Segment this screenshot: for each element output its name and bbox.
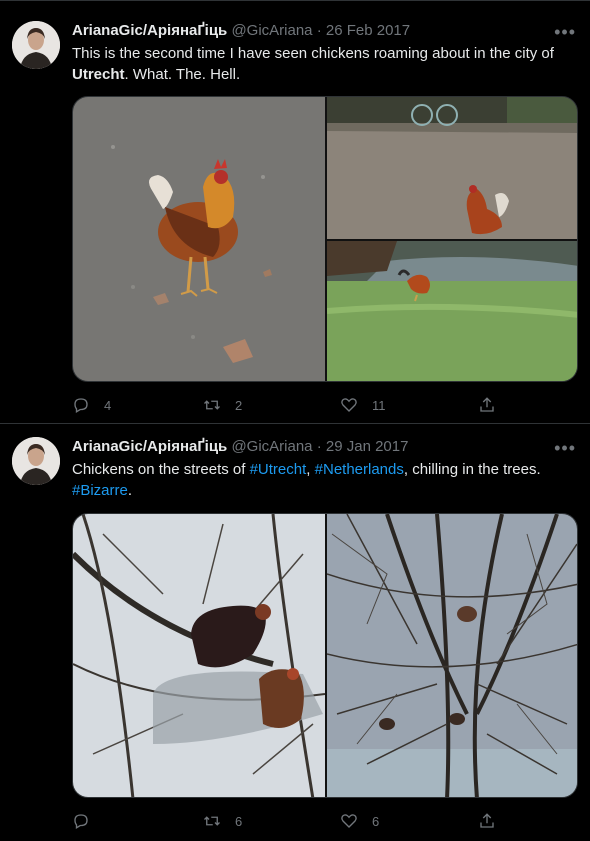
author-handle[interactable]: @GicAriana [231, 22, 312, 39]
more-icon[interactable]: ••• [554, 23, 576, 41]
tweet[interactable]: ArianaGic/АріянаҐіць @GicAriana · 26 Feb… [0, 0, 590, 424]
retweet-button[interactable]: 2 [203, 395, 242, 415]
like-button[interactable]: 11 [340, 395, 386, 415]
author-name[interactable]: ArianaGic/АріянаҐіць [72, 438, 227, 455]
hashtag-link[interactable]: #Bizarre [72, 482, 128, 499]
media-grid [72, 96, 578, 382]
like-button[interactable]: 6 [340, 811, 379, 831]
more-icon[interactable]: ••• [554, 439, 576, 457]
like-icon [341, 398, 357, 412]
avatar[interactable] [12, 437, 60, 485]
tweet-text-bold: Utrecht [72, 66, 125, 83]
author-name[interactable]: ArianaGic/АріянаҐіць [72, 22, 227, 39]
tweet-text: Chickens on the streets of #Utrecht, #Ne… [72, 459, 578, 501]
retweet-button[interactable]: 6 [203, 811, 242, 831]
tweet-header: ArianaGic/АріянаҐіць @GicAriana · 29 Jan… [72, 437, 578, 457]
rooster-by-pond-photo[interactable] [327, 241, 577, 381]
like-count: 11 [372, 397, 386, 413]
separator-dot: · [316, 438, 322, 455]
chickens-in-tree-photo[interactable] [73, 514, 325, 797]
tweet-text-part: . [127, 482, 133, 499]
rooster-in-park-photo[interactable] [327, 97, 577, 239]
tweet-text-part: This is the second time I have seen chic… [72, 45, 554, 62]
author-handle[interactable]: @GicAriana [231, 438, 312, 455]
hashtag-link[interactable]: #Utrecht [250, 461, 307, 478]
like-icon [341, 814, 357, 828]
media-grid [72, 513, 578, 798]
reply-icon [74, 814, 88, 829]
retweet-icon [204, 400, 220, 410]
retweet-icon [204, 816, 220, 826]
reply-count: 4 [104, 397, 112, 413]
tweet-header: ArianaGic/АріянаҐіць @GicAriana · 26 Feb… [72, 21, 578, 41]
tweet-text-part: , [306, 461, 315, 478]
reply-button[interactable] [72, 811, 104, 831]
tweet-text-part: , chilling in the trees. [403, 461, 541, 478]
tweet-text-part: . What. The. Hell. [124, 66, 241, 83]
rooster-on-pavement-photo[interactable] [73, 97, 325, 381]
share-button[interactable] [478, 395, 510, 415]
retweet-count: 6 [235, 813, 243, 829]
reply-icon [74, 398, 88, 413]
share-icon [480, 813, 494, 828]
tweet-actions: 6 6 [72, 811, 502, 831]
tweet-actions: 4 2 11 [72, 395, 502, 415]
like-count: 6 [372, 813, 380, 829]
tweet-date[interactable]: 29 Jan 2017 [326, 438, 409, 455]
avatar[interactable] [12, 21, 60, 69]
tweet[interactable]: ArianaGic/АріянаҐіць @GicAriana · 29 Jan… [0, 424, 590, 841]
share-icon [480, 397, 494, 412]
reply-button[interactable]: 4 [72, 395, 111, 415]
separator-dot: · [316, 22, 322, 39]
hashtag-link[interactable]: #Netherlands [315, 461, 404, 478]
retweet-count: 2 [235, 397, 243, 413]
tweet-text: This is the second time I have seen chic… [72, 43, 578, 85]
bare-tree-branches-photo[interactable] [327, 514, 577, 797]
tweet-text-part: Chickens on the streets of [72, 461, 250, 478]
share-button[interactable] [478, 811, 510, 831]
tweet-date[interactable]: 26 Feb 2017 [326, 22, 410, 39]
